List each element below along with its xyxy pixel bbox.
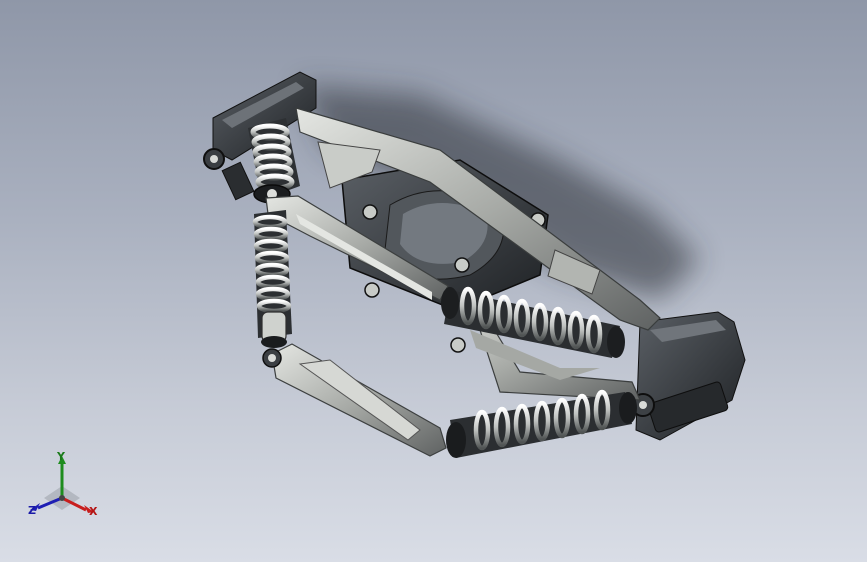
y-axis-label: Y [57, 450, 65, 463]
z-axis-label: Z [28, 504, 36, 517]
graphics-viewport[interactable]: Y Z X [0, 0, 867, 562]
suspension-assembly-model[interactable] [0, 0, 867, 562]
coordinate-triad[interactable]: Y Z X [22, 448, 106, 524]
x-axis-label: X [89, 505, 98, 518]
rear-vertical-shock[interactable] [252, 210, 292, 348]
front-lower-shock[interactable] [446, 389, 637, 458]
rear-upper-shock[interactable] [248, 118, 300, 204]
front-mount-block[interactable] [631, 311, 746, 441]
